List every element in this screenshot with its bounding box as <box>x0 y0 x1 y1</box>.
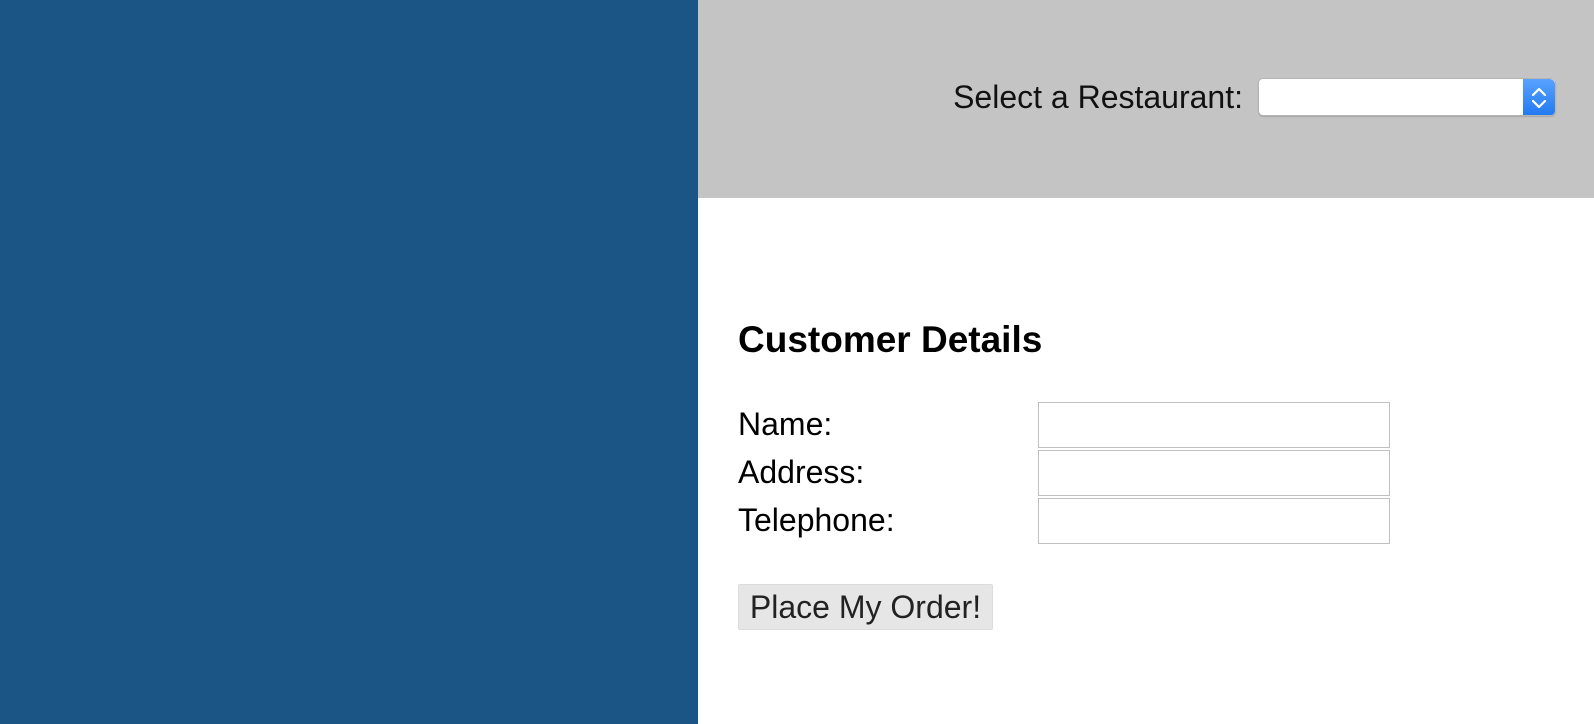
name-row: Name: <box>738 402 1398 448</box>
address-row: Address: <box>738 450 1398 496</box>
name-label: Name: <box>738 406 833 442</box>
telephone-input[interactable] <box>1038 498 1390 544</box>
telephone-row: Telephone: <box>738 498 1398 544</box>
address-input[interactable] <box>1038 450 1390 496</box>
place-order-button[interactable]: Place My Order! <box>738 584 993 630</box>
page: Select a Restaurant: Customer Details Na… <box>0 0 1594 724</box>
left-blue-panel <box>0 0 698 724</box>
restaurant-select[interactable] <box>1258 78 1556 116</box>
right-content-panel: Select a Restaurant: Customer Details Na… <box>698 0 1594 724</box>
name-input[interactable] <box>1038 402 1390 448</box>
restaurant-select-label: Select a Restaurant: <box>953 79 1243 115</box>
telephone-label: Telephone: <box>738 502 895 538</box>
restaurant-header-bar: Select a Restaurant: <box>698 0 1594 198</box>
address-label: Address: <box>738 454 865 490</box>
customer-details-title: Customer Details <box>738 319 1043 360</box>
up-down-chevron-icon[interactable] <box>1523 79 1555 115</box>
